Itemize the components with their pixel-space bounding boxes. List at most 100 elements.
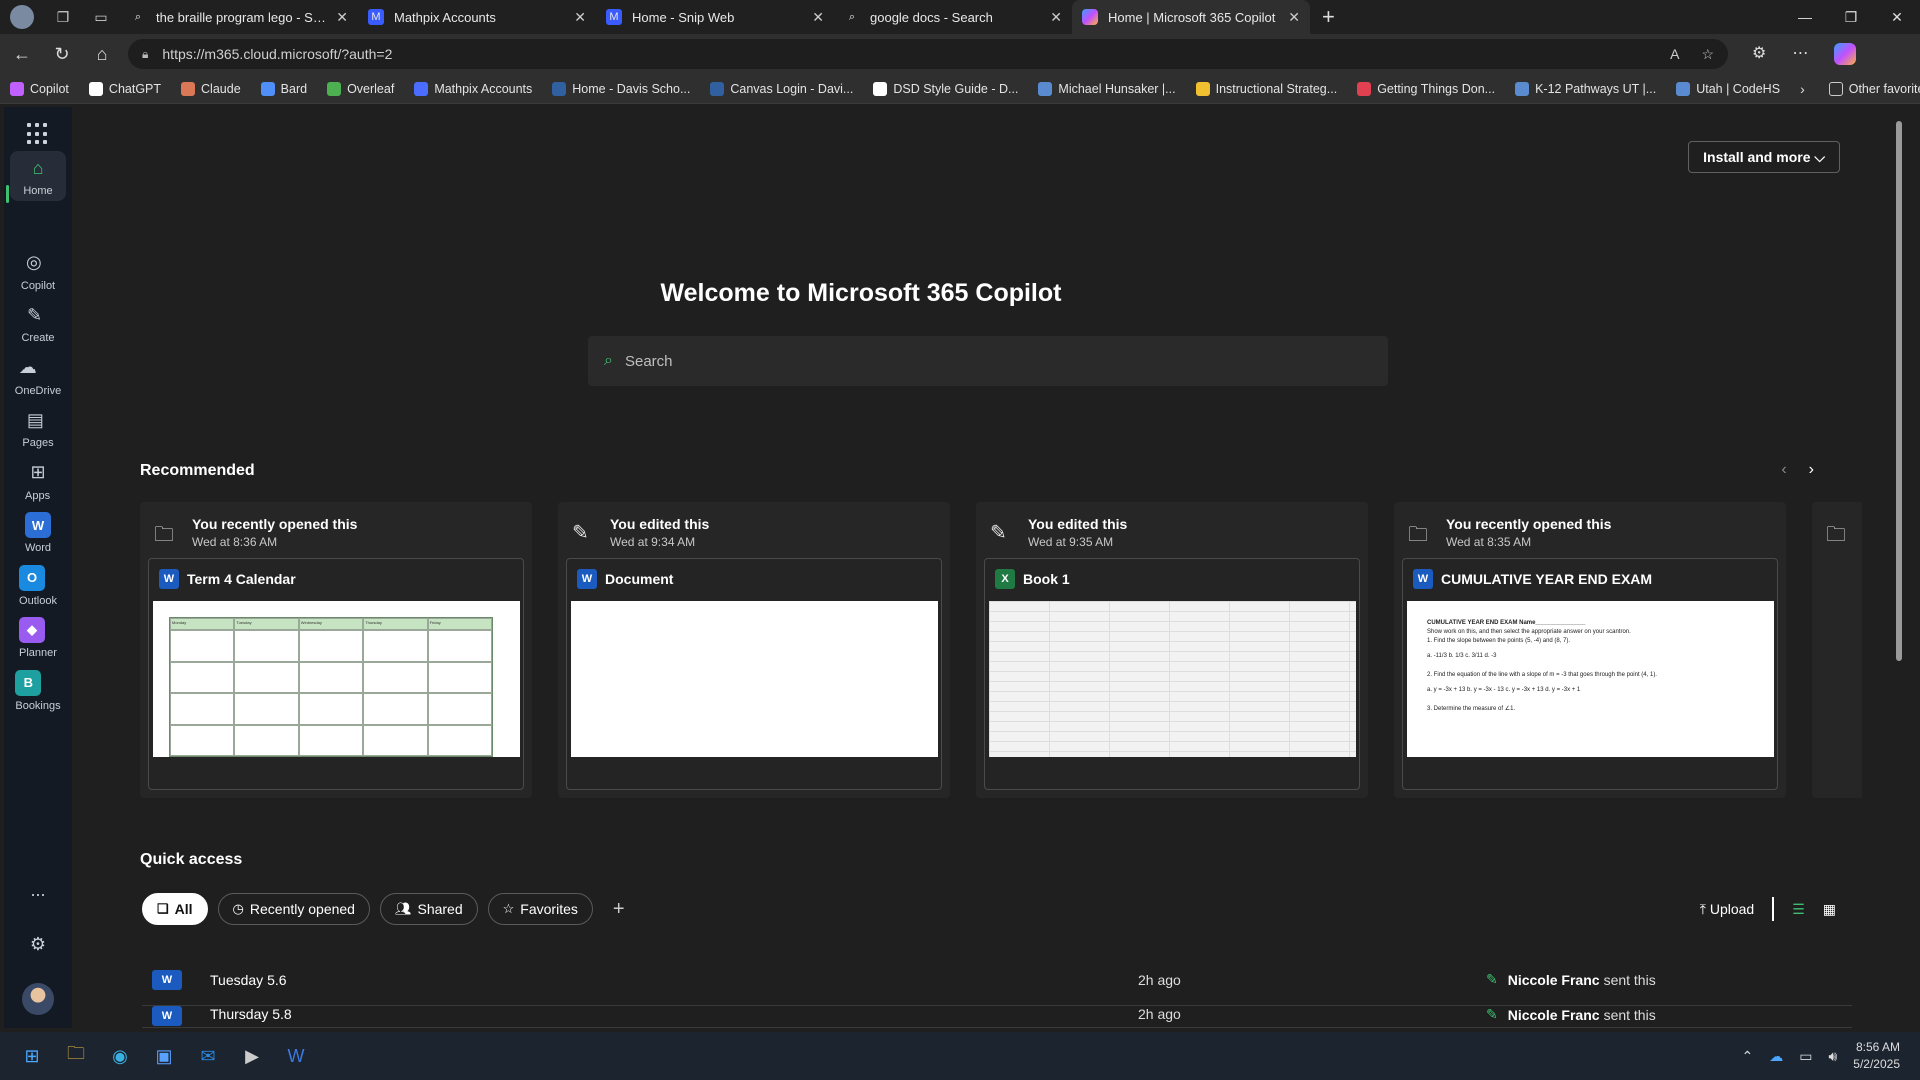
close-icon[interactable]: ✕ bbox=[574, 9, 586, 26]
lock-icon[interactable]: 🔒︎ bbox=[142, 47, 148, 62]
table-row[interactable]: W Thursday 5.8 2h ago ✎ Niccole Franc sent… bbox=[142, 1006, 1852, 1028]
edge-copilot-icon[interactable] bbox=[1834, 43, 1857, 65]
scrollbar-thumb[interactable] bbox=[1896, 121, 1902, 661]
browser-tab[interactable]: M Home - Snip Web ✕ bbox=[596, 0, 834, 34]
chevron-up-icon[interactable]: ⌃ bbox=[1741, 1048, 1753, 1065]
scrollbar[interactable] bbox=[1892, 107, 1906, 1028]
bookmark-item[interactable]: DSD Style Guide - D... bbox=[873, 81, 1018, 96]
upload-button[interactable]: ⤒ Upload bbox=[1700, 901, 1754, 918]
chevron-right-icon[interactable]: › bbox=[1809, 461, 1814, 479]
bookmark-item[interactable]: Canvas Login - Davi... bbox=[710, 81, 853, 96]
filter-favorites[interactable]: ☆ Favorites bbox=[487, 893, 593, 925]
rail-item-planner[interactable]: ◆ Planner bbox=[4, 617, 72, 659]
close-icon[interactable]: ✕ bbox=[1288, 9, 1300, 26]
recommended-card[interactable]: ✎ You edited this Wed at 9:34 AM W Documen… bbox=[558, 502, 950, 798]
extensions-icon[interactable]: ⚙ bbox=[1752, 43, 1766, 65]
bookmark-item[interactable]: Utah | CodeHS bbox=[1676, 81, 1780, 96]
network-icon[interactable]: ▭ bbox=[1799, 1048, 1812, 1065]
more-options-icon[interactable]: ⋯ bbox=[1792, 43, 1808, 65]
bookmark-item[interactable]: Copilot bbox=[10, 81, 69, 96]
bookmark-item[interactable]: Getting Things Don... bbox=[1357, 81, 1495, 96]
outlook-icon[interactable]: ✉ bbox=[190, 1038, 226, 1074]
restore-icon[interactable]: ❐ bbox=[1828, 0, 1874, 34]
filter-recently-opened[interactable]: ◷ Recently opened bbox=[217, 893, 370, 925]
browser-tab-active[interactable]: Home | Microsoft 365 Copilot ✕ bbox=[1072, 0, 1310, 34]
rail-item-create[interactable]: ✎ Create bbox=[4, 302, 72, 345]
close-window-icon[interactable]: ✕ bbox=[1874, 0, 1920, 34]
chevron-left-icon[interactable]: ‹ bbox=[1781, 461, 1786, 479]
close-icon[interactable]: ✕ bbox=[1050, 9, 1062, 26]
add-filter-button[interactable]: + bbox=[613, 898, 625, 921]
onedrive-icon[interactable]: ☁ bbox=[1769, 1048, 1783, 1065]
rail-item-bookings[interactable]: B Bookings bbox=[4, 669, 72, 712]
volume-icon[interactable]: 🔊︎ bbox=[1828, 1048, 1837, 1065]
file-explorer-icon[interactable]: 🗀︎ bbox=[58, 1038, 94, 1074]
list-view-icon[interactable]: ☰ bbox=[1792, 901, 1805, 918]
minimize-icon[interactable]: — bbox=[1782, 0, 1828, 34]
rail-item-home[interactable]: ⌂ Home bbox=[4, 151, 72, 201]
vertical-tabs-icon[interactable]: ▭ bbox=[90, 6, 112, 28]
bookmark-item[interactable]: Michael Hunsaker |... bbox=[1038, 81, 1176, 96]
favorite-star-icon[interactable]: ☆ bbox=[1701, 46, 1714, 63]
recommended-card[interactable]: 🗀︎ You recently opened this Wed at 8:35 A… bbox=[1394, 502, 1786, 798]
search-input[interactable]: ⌕ Search bbox=[588, 336, 1388, 386]
address-bar[interactable]: 🔒︎ https://m365.cloud.microsoft/?auth=2 … bbox=[128, 39, 1728, 69]
file-tile[interactable]: X Book 1 bbox=[984, 558, 1360, 790]
close-icon[interactable]: ✕ bbox=[336, 9, 348, 26]
file-tile[interactable]: W Document bbox=[566, 558, 942, 790]
bookmark-item[interactable]: K-12 Pathways UT |... bbox=[1515, 81, 1656, 96]
start-icon[interactable]: ⊞ bbox=[14, 1038, 50, 1074]
bookmark-item[interactable]: Mathpix Accounts bbox=[414, 81, 532, 96]
file-tile[interactable]: W CUMULATIVE YEAR END EXAM CUMULATIVE YEA… bbox=[1402, 558, 1778, 790]
bookmark-item[interactable]: Claude bbox=[181, 81, 241, 96]
edge-icon[interactable]: ◉ bbox=[102, 1038, 138, 1074]
back-icon[interactable]: ← bbox=[4, 38, 40, 70]
store-icon[interactable]: ▣ bbox=[146, 1038, 182, 1074]
more-apps-icon[interactable]: ... bbox=[4, 877, 72, 907]
word-icon[interactable]: W bbox=[278, 1038, 314, 1074]
bookmark-icon bbox=[873, 81, 888, 96]
clock-date: 5/2/2025 bbox=[1853, 1057, 1900, 1071]
filter-all[interactable]: ❏ All bbox=[142, 893, 208, 925]
browser-tab[interactable]: ⌕ the braille program lego - Search ✕ bbox=[120, 0, 358, 34]
avatar[interactable] bbox=[22, 983, 54, 1015]
settings-icon[interactable]: ⚙ bbox=[4, 931, 72, 961]
rail-item-copilot[interactable]: ◎ Copilot bbox=[4, 250, 72, 292]
new-tab-button[interactable]: + bbox=[1322, 4, 1335, 30]
other-favorites-label: Other favorites bbox=[1848, 81, 1920, 96]
read-aloud-icon[interactable]: A bbox=[1670, 46, 1679, 63]
bookmark-item[interactable]: Overleaf bbox=[327, 81, 394, 96]
file-tile[interactable]: W Term 4 Calendar Monday Tuesday Wednesday T… bbox=[148, 558, 524, 790]
browser-tab[interactable]: ⌕ google docs - Search ✕ bbox=[834, 0, 1072, 34]
recommended-card[interactable]: 🗀︎ You recently opened this Wed at 8:36 A… bbox=[140, 502, 532, 798]
recommended-card[interactable]: 🗀︎ bbox=[1812, 502, 1862, 798]
home-icon[interactable]: ⌂ bbox=[84, 38, 120, 70]
browser-tab[interactable]: M Mathpix Accounts ✕ bbox=[358, 0, 596, 34]
table-row[interactable]: W Tuesday 5.6 2h ago ✎ Niccole Franc sent … bbox=[142, 954, 1852, 1006]
workspaces-icon[interactable]: ❐ bbox=[52, 6, 74, 28]
install-and-more-button[interactable]: Install and more ⌵ bbox=[1688, 141, 1840, 173]
rail-item-outlook[interactable]: O Outlook bbox=[4, 564, 72, 607]
chevron-right-icon[interactable]: › bbox=[1800, 81, 1805, 97]
recommended-card[interactable]: ✎ You edited this Wed at 9:35 AM X Book 1 bbox=[976, 502, 1368, 798]
file-name: Tuesday 5.6 bbox=[210, 971, 287, 988]
bookmark-item[interactable]: Bard bbox=[260, 81, 307, 96]
rail-item-word[interactable]: W Word bbox=[4, 512, 72, 554]
bookmark-item[interactable]: ChatGPT bbox=[88, 81, 161, 96]
close-icon[interactable]: ✕ bbox=[812, 9, 824, 26]
rail-item-onedrive[interactable]: ☁ OneDrive bbox=[4, 355, 72, 397]
mathpix-icon: M bbox=[606, 9, 622, 25]
bookmark-label: Claude bbox=[201, 81, 241, 96]
bookmark-item[interactable]: Instructional Strateg... bbox=[1195, 81, 1337, 96]
profile-avatar[interactable] bbox=[10, 5, 34, 29]
clock[interactable]: 8:56 AM 5/2/2025 bbox=[1853, 1039, 1900, 1073]
terminal-icon[interactable]: ▶ bbox=[234, 1038, 270, 1074]
other-favorites[interactable]: Other favorites bbox=[1828, 81, 1920, 96]
bookmark-item[interactable]: Home - Davis Scho... bbox=[552, 81, 690, 96]
grid-view-icon[interactable]: ▦ bbox=[1823, 901, 1836, 918]
app-launcher-icon[interactable] bbox=[27, 123, 49, 145]
rail-item-apps[interactable]: ⊞ Apps bbox=[4, 460, 72, 502]
rail-item-pages[interactable]: ▤ Pages bbox=[4, 407, 72, 450]
refresh-icon[interactable]: ↻ bbox=[44, 38, 80, 70]
filter-shared[interactable]: 👥︎ Shared bbox=[379, 893, 478, 925]
